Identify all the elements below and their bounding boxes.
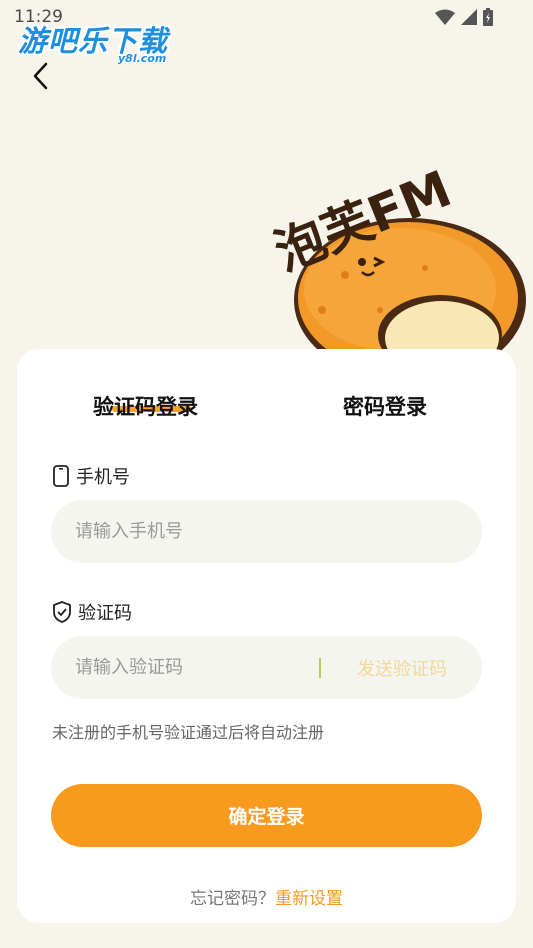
- tab-sms-login[interactable]: 验证码登录: [93, 391, 198, 421]
- tab-password-login[interactable]: 密码登录: [343, 391, 427, 421]
- forgot-password-text: 忘记密码？: [190, 889, 275, 909]
- phone-input-box: [51, 499, 482, 564]
- tab-sms-login-label: 验证码登录: [93, 395, 198, 419]
- code-divider: [319, 657, 321, 678]
- back-button[interactable]: [26, 58, 56, 94]
- cellular-signal-icon: [461, 9, 477, 25]
- code-input-box: 发送验证码: [51, 635, 482, 700]
- code-input[interactable]: [51, 635, 319, 700]
- confirm-login-button[interactable]: 确定登录: [51, 784, 482, 847]
- phone-label: 手机号: [76, 467, 130, 488]
- status-icons: [435, 8, 493, 26]
- wifi-icon: [435, 9, 455, 25]
- chevron-left-icon: [33, 62, 48, 90]
- shield-check-icon: [53, 601, 71, 623]
- auto-register-hint: 未注册的手机号验证通过后将自动注册: [52, 723, 325, 742]
- phone-icon: [53, 465, 69, 487]
- puff-mascot-illustration: 泡芙FM: [267, 160, 526, 382]
- forgot-password-row: 忘记密码？重新设置: [17, 884, 516, 909]
- site-watermark: 游吧乐下载 y8l.com: [18, 18, 168, 65]
- phone-input[interactable]: [51, 499, 482, 564]
- battery-icon: [483, 8, 493, 26]
- reset-password-link[interactable]: 重新设置: [275, 889, 343, 909]
- mascot-logo: 泡芙FM: [250, 150, 533, 382]
- watermark-sub: y8l.com: [118, 52, 167, 65]
- code-label: 验证码: [78, 603, 132, 624]
- login-card: 验证码登录 密码登录 手机号 验证码 发送验证码 未注册的手机号验证通过后将自动…: [17, 349, 516, 923]
- send-code-button[interactable]: 发送验证码: [357, 655, 447, 681]
- tab-password-login-label: 密码登录: [343, 395, 427, 419]
- code-label-row: 验证码: [52, 599, 132, 625]
- phone-label-row: 手机号: [52, 463, 130, 489]
